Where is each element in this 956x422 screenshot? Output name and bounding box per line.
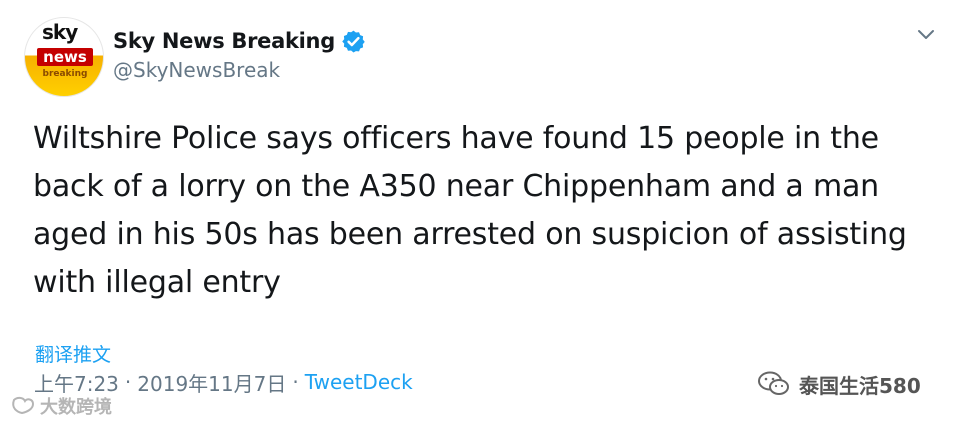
avatar-news-text: news bbox=[37, 48, 93, 66]
author-display-name[interactable]: Sky News Breaking bbox=[113, 29, 335, 53]
tweet-body-text: Wiltshire Police says officers have foun… bbox=[33, 121, 907, 300]
avatar[interactable]: sky news breaking bbox=[24, 17, 104, 97]
bubble-logo-icon bbox=[12, 396, 35, 415]
meta-separator: · bbox=[292, 370, 299, 394]
avatar-sky-text: sky bbox=[42, 20, 78, 44]
tweet-source-link[interactable]: TweetDeck bbox=[305, 370, 413, 394]
author-name-row[interactable]: Sky News Breaking bbox=[113, 25, 366, 57]
watermark-left: 大数跨境 bbox=[10, 394, 112, 418]
watermark-right: 泰国生活580 bbox=[757, 368, 921, 400]
avatar-breaking-text: breaking bbox=[42, 69, 88, 79]
translate-tweet-link[interactable]: 翻译推文 bbox=[35, 340, 111, 367]
watermark-right-text: 泰国生活580 bbox=[799, 373, 921, 398]
wechat-icon bbox=[758, 371, 789, 395]
tweet-card: sky news breaking Sky News Breaking @Sky… bbox=[0, 0, 956, 422]
chevron-down-icon[interactable] bbox=[914, 22, 938, 46]
author-handle[interactable]: @SkyNewsBreak bbox=[113, 58, 280, 82]
tweet-metadata: 上午7:23 · 2019年11月7日 · TweetDeck bbox=[34, 368, 413, 396]
watermark-left-text: 大数跨境 bbox=[40, 397, 112, 418]
verified-badge-icon bbox=[342, 30, 365, 52]
tweet-date[interactable]: 2019年11月7日 bbox=[137, 368, 286, 397]
meta-separator: · bbox=[124, 370, 132, 394]
